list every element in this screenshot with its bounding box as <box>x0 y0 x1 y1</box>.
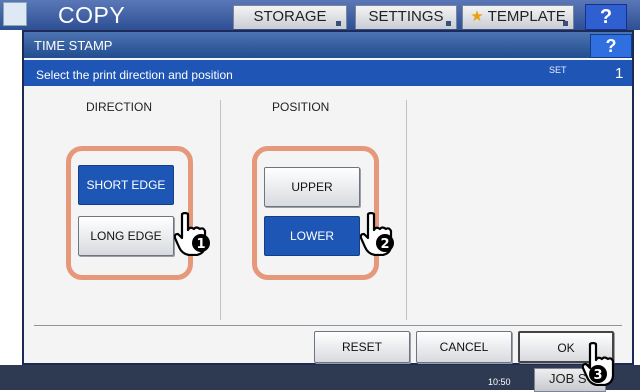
reset-button[interactable]: RESET <box>314 331 410 363</box>
dropdown-icon <box>563 21 568 26</box>
dropdown-icon <box>446 21 451 26</box>
position-label: POSITION <box>272 100 330 114</box>
dialog-title-bar: TIME STAMP ? <box>24 32 632 58</box>
step-2-number: 2 <box>380 237 389 252</box>
tab-template[interactable]: ★ TEMPLATE <box>462 5 574 29</box>
cancel-button[interactable]: CANCEL <box>416 331 512 363</box>
long-edge-button[interactable]: LONG EDGE <box>78 216 174 256</box>
lower-button[interactable]: LOWER <box>264 216 360 256</box>
upper-button[interactable]: UPPER <box>264 167 360 207</box>
dialog-help-button[interactable]: ? <box>590 34 632 58</box>
app-title: COPY <box>58 2 126 28</box>
set-label: SET <box>549 65 567 75</box>
instruction-text: Select the print direction and position <box>36 68 233 82</box>
pointing-hand-icon: 3 <box>582 342 615 386</box>
instruction-bar: Select the print direction and position … <box>24 60 632 86</box>
app-header-bar: COPY STORAGE SETTINGS ★ TEMPLATE ? <box>0 0 640 30</box>
pointing-hand-icon: 2 <box>360 212 394 256</box>
tab-settings[interactable]: SETTINGS <box>355 5 457 29</box>
step-1-number: 1 <box>196 237 205 252</box>
tab-storage-label: STORAGE <box>253 8 327 25</box>
step-3-number: 3 <box>593 368 602 383</box>
time-stamp-dialog: TIME STAMP ? Select the print direction … <box>22 30 634 365</box>
column-divider <box>220 100 221 320</box>
column-divider <box>406 100 407 320</box>
footer-divider <box>34 325 622 326</box>
pointing-hand-icon: 1 <box>174 212 210 256</box>
dropdown-icon <box>336 21 341 26</box>
tab-storage[interactable]: STORAGE <box>233 5 347 29</box>
tab-template-label: TEMPLATE <box>487 8 566 25</box>
copy-app-icon <box>3 2 27 26</box>
app-help-button[interactable]: ? <box>585 4 627 30</box>
dialog-title: TIME STAMP <box>34 38 113 53</box>
tab-settings-label: SETTINGS <box>368 8 444 25</box>
direction-label: DIRECTION <box>86 100 152 114</box>
clock: 10:50 <box>488 377 511 387</box>
set-number: 1 <box>615 65 624 82</box>
short-edge-button[interactable]: SHORT EDGE <box>78 165 174 205</box>
star-icon: ★ <box>470 8 484 25</box>
